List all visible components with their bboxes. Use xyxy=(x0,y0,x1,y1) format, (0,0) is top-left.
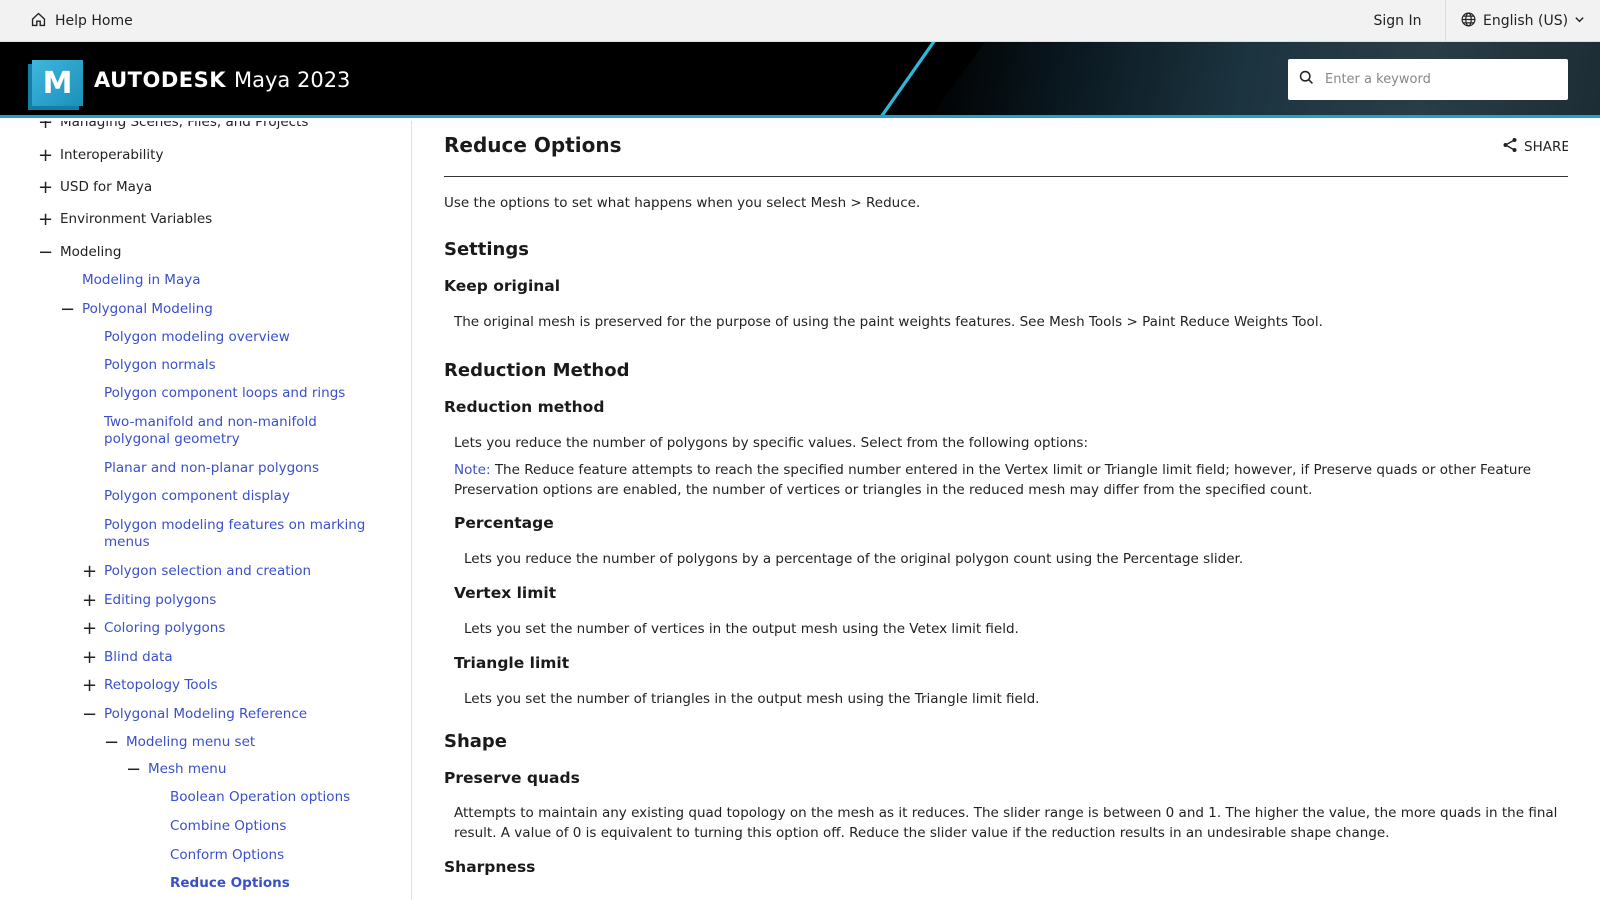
language-label: English (US) xyxy=(1483,13,1569,29)
collapse-icon[interactable]: − xyxy=(60,301,75,319)
collapse-icon[interactable]: − xyxy=(38,244,53,262)
expand-icon[interactable]: + xyxy=(82,620,97,638)
header-accent-slash xyxy=(869,42,937,115)
sidebar-item-polygonal-modeling[interactable]: − Polygonal Modeling xyxy=(60,301,213,319)
keep-original-text: The original mesh is preserved for the p… xyxy=(454,314,1323,330)
product-name: Maya 2023 xyxy=(234,68,351,92)
sidebar-item-loops-and-rings[interactable]: Polygon component loops and rings xyxy=(104,385,345,402)
sidebar-item-modeling-reference[interactable]: − Polygonal Modeling Reference xyxy=(82,706,307,724)
share-icon xyxy=(1502,137,1518,157)
note-label: Note: xyxy=(454,462,491,478)
sidebar-item-mesh-menu[interactable]: − Mesh menu xyxy=(126,761,226,779)
sidebar-item-combine-options[interactable]: Combine Options xyxy=(170,818,286,835)
help-home-link[interactable]: Help Home xyxy=(30,0,133,42)
title-divider xyxy=(444,176,1568,177)
page-title: Reduce Options xyxy=(444,133,622,157)
help-home-label: Help Home xyxy=(55,13,133,29)
sidebar-nav: + Managing Scenes, Files, and Projects + I… xyxy=(0,121,412,900)
percentage-heading: Percentage xyxy=(454,514,554,532)
sidebar-item-two-manifold[interactable]: Two-manifold and non-manifold polygonal … xyxy=(104,414,344,448)
sidebar-item-environment-variables[interactable]: + Environment Variables xyxy=(38,211,212,229)
sidebar-item-usd[interactable]: + USD for Maya xyxy=(38,179,152,197)
sidebar-item-interoperability[interactable]: + Interoperability xyxy=(38,147,163,165)
home-icon xyxy=(30,11,47,32)
keep-original-heading: Keep original xyxy=(444,277,561,295)
language-selector[interactable]: English (US) xyxy=(1460,0,1585,42)
triangle-limit-text: Lets you set the number of triangles in … xyxy=(464,691,1040,707)
settings-heading: Settings xyxy=(444,239,529,260)
share-button[interactable]: SHARE xyxy=(1502,137,1568,157)
sidebar-item-reduce-options[interactable]: Reduce Options xyxy=(170,875,290,892)
sidebar-item-polygon-normals[interactable]: Polygon normals xyxy=(104,357,216,374)
sidebar-item-polygon-modeling-overview[interactable]: Polygon modeling overview xyxy=(104,329,290,346)
top-utility-bar: Help Home Sign In English (US) xyxy=(0,0,1600,42)
expand-icon[interactable]: + xyxy=(82,563,97,581)
expand-icon[interactable]: + xyxy=(82,592,97,610)
reduction-method-heading: Reduction Method xyxy=(444,360,630,381)
shape-heading: Shape xyxy=(444,731,508,752)
globe-icon xyxy=(1460,11,1477,32)
search-icon xyxy=(1298,69,1325,90)
expand-icon[interactable]: + xyxy=(82,649,97,667)
triangle-limit-heading: Triangle limit xyxy=(454,654,570,672)
collapse-icon[interactable]: − xyxy=(82,706,97,724)
sharpness-heading: Sharpness xyxy=(444,858,536,876)
sidebar-item-coloring-polygons[interactable]: + Coloring polygons xyxy=(82,620,225,638)
sidebar-item-modeling-in-maya[interactable]: Modeling in Maya xyxy=(82,272,200,289)
vertex-limit-heading: Vertex limit xyxy=(454,584,557,602)
expand-icon[interactable]: + xyxy=(38,147,53,165)
sidebar-item-modeling-menu-set[interactable]: − Modeling menu set xyxy=(104,734,255,752)
sidebar-item-managing-scenes[interactable]: + Managing Scenes, Files, and Projects xyxy=(38,121,308,132)
vertex-limit-text: Lets you set the number of vertices in t… xyxy=(464,621,1019,637)
sidebar-item-retopology-tools[interactable]: + Retopology Tools xyxy=(82,677,218,695)
note-block: Note: The Reduce feature attempts to rea… xyxy=(454,460,1554,500)
percentage-text: Lets you reduce the number of polygons b… xyxy=(464,551,1244,567)
reduction-method-text: Lets you reduce the number of polygons b… xyxy=(454,435,1088,451)
maya-logo-icon[interactable]: M xyxy=(32,60,83,106)
preserve-quads-heading: Preserve quads xyxy=(444,769,580,787)
sidebar-item-component-display[interactable]: Polygon component display xyxy=(104,488,290,505)
chevron-down-icon xyxy=(1574,13,1585,29)
intro-text: Use the options to set what happens when… xyxy=(444,195,921,211)
sidebar-item-planar-polygons[interactable]: Planar and non-planar polygons xyxy=(104,460,319,477)
search-input[interactable] xyxy=(1325,72,1555,87)
main-content: Reduce Options SHARE Use the options to … xyxy=(444,121,1568,900)
preserve-quads-text: Attempts to maintain any existing quad t… xyxy=(454,805,1558,841)
sidebar-item-boolean-options[interactable]: Boolean Operation options xyxy=(170,789,350,806)
expand-icon[interactable]: + xyxy=(38,121,53,132)
brand-title[interactable]: AUTODESK Maya 2023 xyxy=(94,42,350,118)
sidebar-item-blind-data[interactable]: + Blind data xyxy=(82,649,173,667)
expand-icon[interactable]: + xyxy=(38,211,53,229)
sidebar-item-selection-and-creation[interactable]: + Polygon selection and creation xyxy=(82,563,311,581)
company-name: AUTODESK xyxy=(94,68,227,92)
note-text: The Reduce feature attempts to reach the… xyxy=(454,462,1532,498)
sidebar-item-conform-options[interactable]: Conform Options xyxy=(170,847,284,864)
sign-in-link[interactable]: Sign In xyxy=(1350,0,1446,42)
sidebar-item-editing-polygons[interactable]: + Editing polygons xyxy=(82,592,216,610)
collapse-icon[interactable]: − xyxy=(126,761,141,779)
sidebar-item-modeling[interactable]: − Modeling xyxy=(38,244,121,262)
expand-icon[interactable]: + xyxy=(38,179,53,197)
expand-icon[interactable]: + xyxy=(82,677,97,695)
reduction-method-subheading: Reduction method xyxy=(444,398,605,416)
collapse-icon[interactable]: − xyxy=(104,734,119,752)
share-label: SHARE xyxy=(1524,139,1568,155)
sidebar-item-marking-menus[interactable]: Polygon modeling features on marking men… xyxy=(104,517,374,551)
search-box xyxy=(1288,59,1568,100)
